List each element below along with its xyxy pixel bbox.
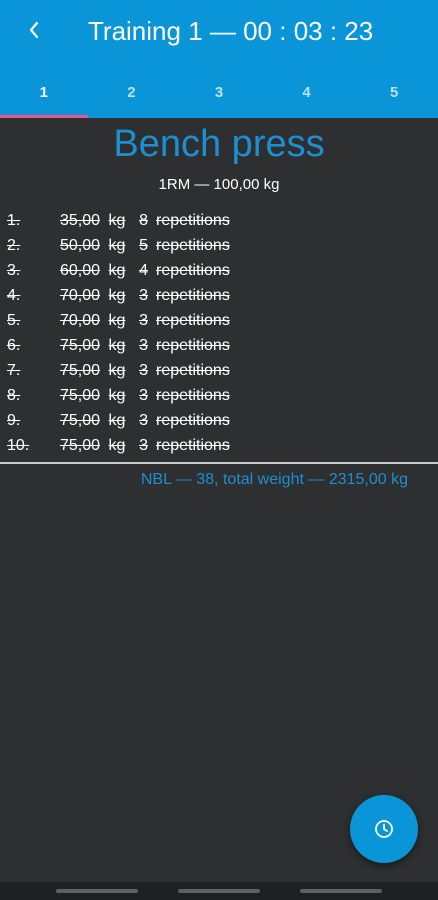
set-reps: 4 xyxy=(139,262,148,279)
set-row[interactable]: 9. 75,00 kg 3 repetitions xyxy=(7,408,230,433)
summary-text: NBL — 38, total weight — 2315,00 kg xyxy=(140,471,408,488)
sets-list: 1. 35,00 kg 8 repetitions 2. 50,00 kg 5 repetiti… xyxy=(7,208,230,458)
set-unit: kg xyxy=(108,437,126,454)
set-reps-label: repetitions xyxy=(156,212,230,229)
tab-label: 1 xyxy=(39,83,48,101)
chevron-left-icon xyxy=(29,21,39,39)
set-reps-label: repetitions xyxy=(156,362,230,379)
set-unit: kg xyxy=(108,262,126,279)
set-reps-label: repetitions xyxy=(156,312,230,329)
set-reps: 8 xyxy=(139,212,148,229)
app-bar: Training 1 — 00 : 03 : 23 1 2 3 4 5 xyxy=(0,0,438,118)
nav-recents-handle[interactable] xyxy=(56,889,138,893)
set-row[interactable]: 10. 75,00 kg 3 repetitions xyxy=(7,433,230,458)
set-row[interactable]: 4. 70,00 kg 3 repetitions xyxy=(7,283,230,308)
system-nav-bar xyxy=(0,882,438,900)
set-unit: kg xyxy=(108,337,126,354)
set-weight: 75,00 xyxy=(59,387,100,404)
set-weight: 35,00 xyxy=(59,212,100,229)
tab-4[interactable]: 4 xyxy=(263,66,351,118)
set-weight: 75,00 xyxy=(59,412,100,429)
set-number: 4. xyxy=(7,287,21,304)
set-unit: kg xyxy=(108,287,126,304)
tab-2[interactable]: 2 xyxy=(88,66,176,118)
set-number: 2. xyxy=(7,237,21,254)
set-weight: 75,00 xyxy=(59,437,100,454)
training-title: Training 1 — 00 : 03 : 23 xyxy=(88,16,374,46)
set-weight: 70,00 xyxy=(59,312,100,329)
set-unit: kg xyxy=(108,362,126,379)
set-number: 10. xyxy=(7,437,30,454)
set-unit: kg xyxy=(108,237,126,254)
clock-icon xyxy=(375,820,393,838)
set-reps: 3 xyxy=(139,362,148,379)
tab-indicator xyxy=(0,115,88,118)
nav-back-handle[interactable] xyxy=(300,889,382,893)
set-reps-label: repetitions xyxy=(156,437,230,454)
set-reps: 3 xyxy=(139,387,148,404)
back-button[interactable] xyxy=(18,14,50,46)
set-row[interactable]: 5. 70,00 kg 3 repetitions xyxy=(7,308,230,333)
set-number: 9. xyxy=(7,412,21,429)
set-reps-label: repetitions xyxy=(156,412,230,429)
set-reps: 3 xyxy=(139,412,148,429)
set-row[interactable]: 3. 60,00 kg 4 repetitions xyxy=(7,258,230,283)
nav-home-handle[interactable] xyxy=(178,889,260,893)
tab-label: 2 xyxy=(127,83,136,101)
set-unit: kg xyxy=(108,312,126,329)
tab-3[interactable]: 3 xyxy=(175,66,263,118)
set-number: 7. xyxy=(7,362,21,379)
set-weight: 70,00 xyxy=(59,287,100,304)
set-reps: 3 xyxy=(139,437,148,454)
set-reps: 3 xyxy=(139,287,148,304)
set-row[interactable]: 2. 50,00 kg 5 repetitions xyxy=(7,233,230,258)
set-unit: kg xyxy=(108,212,126,229)
divider xyxy=(0,462,438,464)
set-weight: 60,00 xyxy=(59,262,100,279)
set-reps: 3 xyxy=(139,312,148,329)
set-number: 1. xyxy=(7,212,21,229)
one-rep-max: 1RM — 100,00 kg xyxy=(158,176,280,193)
set-reps-label: repetitions xyxy=(156,337,230,354)
set-row[interactable]: 1. 35,00 kg 8 repetitions xyxy=(7,208,230,233)
tab-bar: 1 2 3 4 5 xyxy=(0,66,438,118)
set-reps-label: repetitions xyxy=(156,262,230,279)
set-weight: 75,00 xyxy=(59,362,100,379)
set-weight: 50,00 xyxy=(59,237,100,254)
tab-label: 4 xyxy=(302,83,311,101)
tab-5[interactable]: 5 xyxy=(350,66,438,118)
set-reps: 5 xyxy=(139,237,148,254)
tab-label: 5 xyxy=(390,83,399,101)
set-weight: 75,00 xyxy=(59,337,100,354)
timer-fab-button[interactable] xyxy=(350,795,418,863)
set-row[interactable]: 6. 75,00 kg 3 repetitions xyxy=(7,333,230,358)
set-reps-label: repetitions xyxy=(156,237,230,254)
set-reps-label: repetitions xyxy=(156,387,230,404)
set-number: 6. xyxy=(7,337,21,354)
set-unit: kg xyxy=(108,412,126,429)
set-reps-label: repetitions xyxy=(156,287,230,304)
set-row[interactable]: 7. 75,00 kg 3 repetitions xyxy=(7,358,230,383)
set-number: 3. xyxy=(7,262,21,279)
tab-1[interactable]: 1 xyxy=(0,66,88,118)
set-number: 5. xyxy=(7,312,21,329)
set-reps: 3 xyxy=(139,337,148,354)
set-number: 8. xyxy=(7,387,21,404)
tab-label: 3 xyxy=(214,83,224,101)
set-row[interactable]: 8. 75,00 kg 3 repetitions xyxy=(7,383,230,408)
exercise-title: Bench press xyxy=(113,123,325,165)
set-unit: kg xyxy=(108,387,126,404)
